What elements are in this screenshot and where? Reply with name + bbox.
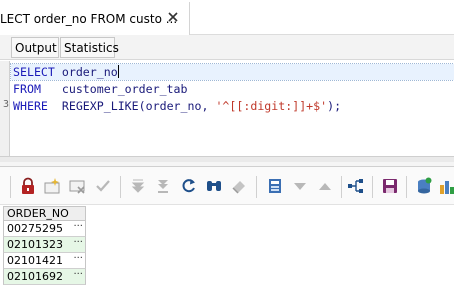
move-first-icon[interactable]: [129, 177, 147, 195]
tab-output[interactable]: Output: [11, 37, 59, 58]
toolbar-separator: [406, 176, 407, 198]
post-edit-icon[interactable]: [94, 177, 112, 195]
lock-icon[interactable]: [19, 177, 37, 195]
sql-text: REGEXP_LIKE(order_no,: [47, 99, 216, 113]
tab-strip: LECT order_no FROM custo ...: [0, 0, 454, 35]
column-header-order-no[interactable]: ORDER_NO: [3, 206, 86, 221]
sql-keyword: SELECT: [13, 65, 55, 79]
find-icon[interactable]: [205, 177, 223, 195]
text-caret: [117, 65, 119, 78]
code-line-2[interactable]: FROM customer_order_tab: [13, 81, 188, 97]
new-record-icon[interactable]: [43, 177, 61, 195]
toolbar-separator: [372, 176, 373, 198]
table-row[interactable]: 00275295 ···: [3, 221, 86, 237]
tab-title: LECT order_no FROM custo ...: [0, 12, 178, 26]
cell-ellipsis-button[interactable]: ···: [73, 221, 83, 233]
sql-text: customer_order_tab: [40, 82, 188, 96]
cell-ellipsis-button[interactable]: ···: [73, 237, 83, 249]
sort-descending-icon[interactable]: [291, 177, 309, 195]
toolbar-separator: [10, 176, 11, 198]
grid-view-icon[interactable]: [266, 177, 284, 195]
toolbar-separator: [256, 176, 257, 198]
code-line-3[interactable]: WHERE REGEXP_LIKE(order_no, '^[[:digit:]…: [13, 98, 341, 114]
cell-ellipsis-button[interactable]: ···: [73, 269, 83, 281]
result-toolbar: [0, 167, 454, 205]
table-row[interactable]: 02101323 ···: [3, 237, 86, 253]
save-icon[interactable]: [381, 177, 399, 195]
code-line-1[interactable]: SELECT order_no: [10, 63, 454, 81]
sql-text: order_no: [54, 65, 118, 79]
result-grid: ORDER_NO 00275295 ··· 02101323 ··· 02101…: [0, 205, 454, 290]
toolbar-separator: [120, 176, 121, 198]
tab-statistics[interactable]: Statistics: [60, 37, 119, 58]
chart-icon[interactable]: [439, 177, 454, 195]
tab-sql-query[interactable]: LECT order_no FROM custo ...: [0, 2, 190, 35]
sql-editor[interactable]: 3 SELECT order_no FROM customer_order_ta…: [0, 61, 454, 156]
sort-ascending-icon[interactable]: [316, 177, 334, 195]
line-gutter: 3: [0, 61, 10, 156]
clear-icon[interactable]: [230, 177, 248, 195]
sql-keyword: FROM: [13, 82, 41, 96]
cell-order-no[interactable]: 02101692: [7, 270, 63, 284]
cell-order-no[interactable]: 02101323: [7, 238, 63, 252]
result-tabs: Output Statistics: [0, 35, 454, 60]
delete-record-icon[interactable]: [68, 177, 86, 195]
sql-text: );: [327, 99, 342, 113]
close-icon[interactable]: [166, 10, 180, 24]
cell-order-no[interactable]: 00275295: [7, 222, 63, 236]
table-row[interactable]: 02101421 ···: [3, 253, 86, 269]
sql-string: '^[[:digit:]]+$': [215, 99, 328, 113]
tree-icon[interactable]: [347, 177, 365, 195]
move-last-icon[interactable]: [154, 177, 172, 195]
export-icon[interactable]: [415, 177, 433, 195]
cell-order-no[interactable]: 02101421: [7, 254, 63, 268]
sql-keyword: WHERE: [13, 99, 48, 113]
line-number: 3: [2, 99, 9, 110]
toolbar-separator: [341, 176, 342, 198]
cell-ellipsis-button[interactable]: ···: [73, 253, 83, 265]
table-row[interactable]: 02101692 ···: [3, 269, 86, 285]
refresh-icon[interactable]: [180, 177, 198, 195]
